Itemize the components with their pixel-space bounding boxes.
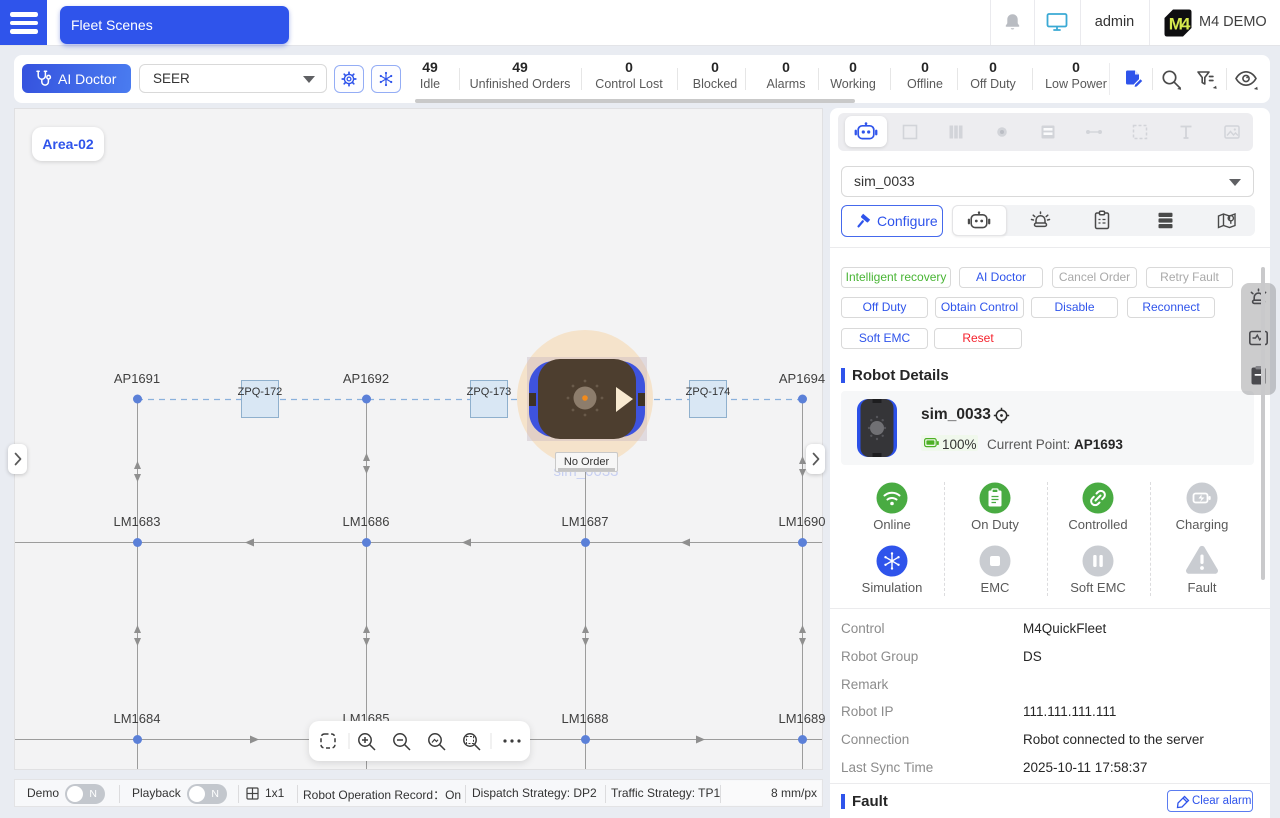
svg-text:M4: M4 bbox=[1169, 15, 1191, 34]
svg-text:AP1692: AP1692 bbox=[343, 371, 389, 386]
svg-text:LM1684: LM1684 bbox=[114, 711, 161, 726]
svg-text:AP1691: AP1691 bbox=[114, 371, 160, 386]
svg-text:LM1686: LM1686 bbox=[343, 514, 390, 529]
svg-text:AP1694: AP1694 bbox=[779, 371, 825, 386]
svg-text:ZPQ-174: ZPQ-174 bbox=[686, 386, 731, 398]
svg-text:ZPQ-172: ZPQ-172 bbox=[238, 386, 283, 398]
svg-text:LM1687: LM1687 bbox=[562, 514, 609, 529]
svg-text:LM1683: LM1683 bbox=[114, 514, 161, 529]
svg-text:LM1690: LM1690 bbox=[779, 514, 826, 529]
svg-text:LM1689: LM1689 bbox=[779, 711, 826, 726]
svg-text:LM1688: LM1688 bbox=[562, 711, 609, 726]
svg-text:ZPQ-173: ZPQ-173 bbox=[467, 386, 512, 398]
